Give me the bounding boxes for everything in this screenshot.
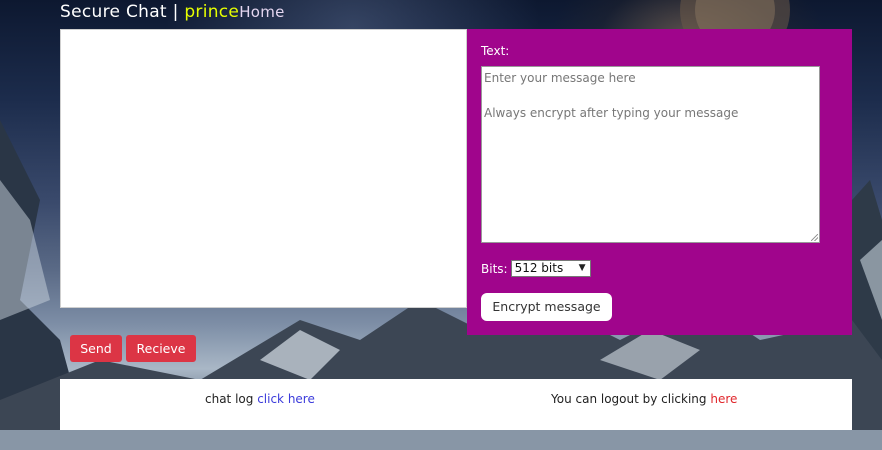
encrypt-panel: Text: Enter your message here Always enc…: [467, 29, 852, 335]
logout-label: You can logout by clicking: [551, 392, 711, 406]
bits-selected-value: 512 bits: [514, 261, 564, 275]
message-placeholder-line1: Enter your message here: [484, 71, 636, 85]
app-title: Secure Chat | princeHome: [60, 2, 285, 22]
bits-label: Bits:: [481, 261, 508, 276]
chat-display-area[interactable]: [60, 29, 467, 308]
resize-handle-icon[interactable]: [811, 234, 818, 241]
message-placeholder-line2: Always encrypt after typing your message: [484, 106, 739, 120]
bits-row: Bits: 512 bits ▼: [481, 260, 591, 277]
logout-link[interactable]: here: [710, 392, 737, 406]
chevron-down-icon: ▼: [578, 263, 586, 273]
chat-log-label: chat log: [205, 392, 258, 406]
chat-log-text: chat log click here: [205, 392, 315, 406]
chat-log-link[interactable]: click here: [257, 392, 315, 406]
encrypt-message-button[interactable]: Encrypt message: [481, 293, 612, 321]
home-link[interactable]: Home: [239, 3, 285, 21]
footer-bar: chat log click here You can logout by cl…: [60, 379, 852, 430]
message-textarea[interactable]: Enter your message here Always encrypt a…: [481, 66, 820, 243]
text-label: Text:: [481, 44, 510, 58]
bits-select[interactable]: 512 bits ▼: [510, 260, 591, 277]
send-button[interactable]: Send: [70, 335, 122, 362]
logout-text: You can logout by clicking here: [551, 392, 737, 406]
app-title-text: Secure Chat |: [60, 2, 185, 22]
receive-button[interactable]: Recieve: [126, 335, 196, 362]
username: prince: [184, 2, 240, 22]
